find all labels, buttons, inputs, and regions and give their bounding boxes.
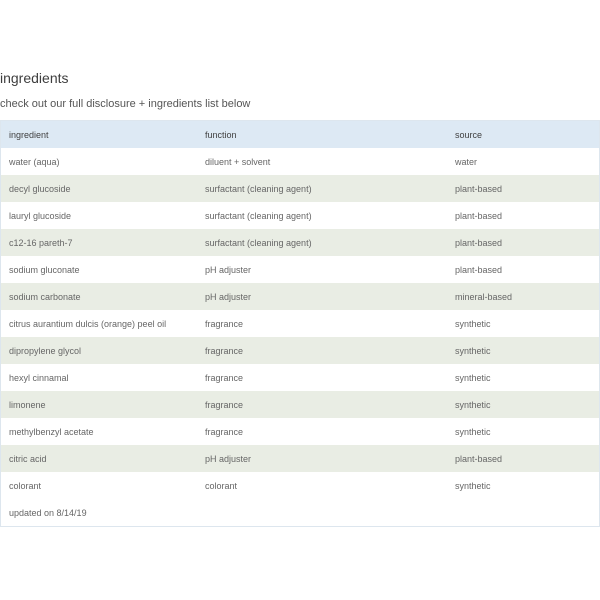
function-cell: fragrance [205,399,244,410]
source-cell: synthetic [455,480,491,491]
ingredients-table-container: ingredient function source water (aqua) … [0,120,600,527]
table-row: hexyl cinnamal fragrance synthetic [1,364,599,391]
ingredient-cell: sodium carbonate [9,291,81,302]
ingredient-cell: sodium gluconate [9,264,80,275]
table-row: citric acid pH adjuster plant-based [1,445,599,472]
table-row: colorant colorant synthetic [1,472,599,499]
table-row: sodium gluconate pH adjuster plant-based [1,256,599,283]
ingredient-cell: limonene [9,399,46,410]
column-header-ingredient: ingredient [9,129,49,140]
source-cell: synthetic [455,426,491,437]
function-cell: diluent + solvent [205,156,271,167]
column-header-source: source [455,129,483,140]
function-cell: pH adjuster [205,264,252,275]
source-cell: plant-based [455,264,503,275]
ingredient-cell: citric acid [9,453,47,464]
table-row: methylbenzyl acetate fragrance synthetic [1,418,599,445]
function-cell: pH adjuster [205,291,252,302]
source-cell: synthetic [455,399,491,410]
table-footer-row: updated on 8/14/19 [1,499,599,526]
source-cell: mineral-based [455,291,513,302]
function-cell: surfactant (cleaning agent) [205,237,312,248]
function-cell: surfactant (cleaning agent) [205,183,312,194]
table-row: citrus aurantium dulcis (orange) peel oi… [1,310,599,337]
table-row: c12-16 pareth-7 surfactant (cleaning age… [1,229,599,256]
ingredients-table: ingredient function source water (aqua) … [1,121,599,526]
source-cell: plant-based [455,237,503,248]
table-row: limonene fragrance synthetic [1,391,599,418]
ingredient-cell: citrus aurantium dulcis (orange) peel oi… [9,318,167,329]
function-cell: surfactant (cleaning agent) [205,210,312,221]
ingredient-cell: dipropylene glycol [9,345,82,356]
function-cell: fragrance [205,426,244,437]
column-header-function: function [205,129,237,140]
table-header-row: ingredient function source [1,121,599,148]
table-row: sodium carbonate pH adjuster mineral-bas… [1,283,599,310]
source-cell: synthetic [455,318,491,329]
ingredient-cell: decyl glucoside [9,183,71,194]
ingredient-cell: c12-16 pareth-7 [9,237,73,248]
function-cell: fragrance [205,372,244,383]
function-cell: colorant [205,480,238,491]
source-cell: plant-based [455,210,503,221]
page-subtitle: check out our full disclosure + ingredie… [0,98,251,110]
updated-date-note: updated on 8/14/19 [1,499,599,526]
ingredient-cell: methylbenzyl acetate [9,426,94,437]
table-row: lauryl glucoside surfactant (cleaning ag… [1,202,599,229]
table-row: dipropylene glycol fragrance synthetic [1,337,599,364]
ingredient-cell: colorant [9,480,42,491]
table-row: water (aqua) diluent + solvent water [1,148,599,175]
ingredient-cell: hexyl cinnamal [9,372,69,383]
ingredient-cell: water (aqua) [9,156,60,167]
source-cell: water [455,156,478,167]
function-cell: pH adjuster [205,453,252,464]
source-cell: synthetic [455,345,491,356]
page: ingredients check out our full disclosur… [0,0,600,600]
page-title: ingredients [0,70,69,86]
source-cell: plant-based [455,453,503,464]
table-row: decyl glucoside surfactant (cleaning age… [1,175,599,202]
ingredient-cell: lauryl glucoside [9,210,72,221]
source-cell: synthetic [455,372,491,383]
function-cell: fragrance [205,318,244,329]
function-cell: fragrance [205,345,244,356]
source-cell: plant-based [455,183,503,194]
